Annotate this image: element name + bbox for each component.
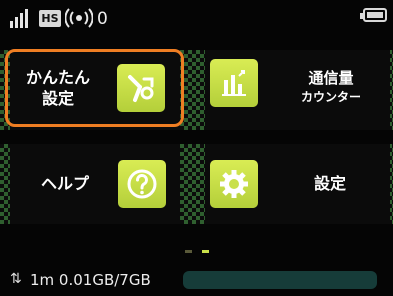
usage-counter-label-line1: 通信量 bbox=[308, 69, 354, 87]
wifi-broadcast-icon bbox=[65, 8, 93, 28]
page-dot-1 bbox=[185, 250, 192, 253]
easy-setup-label: かんたん 設定 bbox=[17, 67, 99, 109]
wrench-icon bbox=[128, 75, 154, 102]
usage-counter-label: 通信量 カウンター bbox=[290, 68, 372, 106]
easy-setup-button[interactable] bbox=[117, 64, 165, 112]
easy-setup-label-line2: 設定 bbox=[41, 89, 74, 108]
connected-clients-count: 0 bbox=[97, 9, 108, 29]
data-usage-meter bbox=[183, 271, 377, 289]
data-usage-text: 1m 0.01GB/7GB bbox=[30, 271, 151, 289]
help-button[interactable] bbox=[118, 160, 166, 208]
question-icon bbox=[127, 169, 157, 199]
traffic-arrows-icon: ⇅ bbox=[10, 271, 22, 287]
help-label: ヘルプ bbox=[40, 174, 89, 193]
settings-label: 設定 bbox=[313, 174, 346, 193]
battery-icon bbox=[360, 8, 387, 22]
page-dot-2 bbox=[202, 250, 209, 253]
mode-badge: HS bbox=[39, 10, 61, 27]
data-usage-bar: ⇅ 1m 0.01GB/7GB bbox=[0, 264, 393, 296]
usage-counter-label-line2: カウンター bbox=[300, 90, 361, 104]
status-bar: HS 0 bbox=[0, 0, 393, 40]
gear-icon bbox=[220, 170, 248, 198]
bar-chart-icon bbox=[222, 70, 246, 96]
signal-bars-icon bbox=[10, 8, 28, 28]
settings-button[interactable] bbox=[210, 160, 258, 208]
usage-counter-button[interactable] bbox=[210, 59, 258, 107]
page-indicator bbox=[185, 250, 209, 253]
easy-setup-label-line1: かんたん bbox=[25, 68, 90, 87]
